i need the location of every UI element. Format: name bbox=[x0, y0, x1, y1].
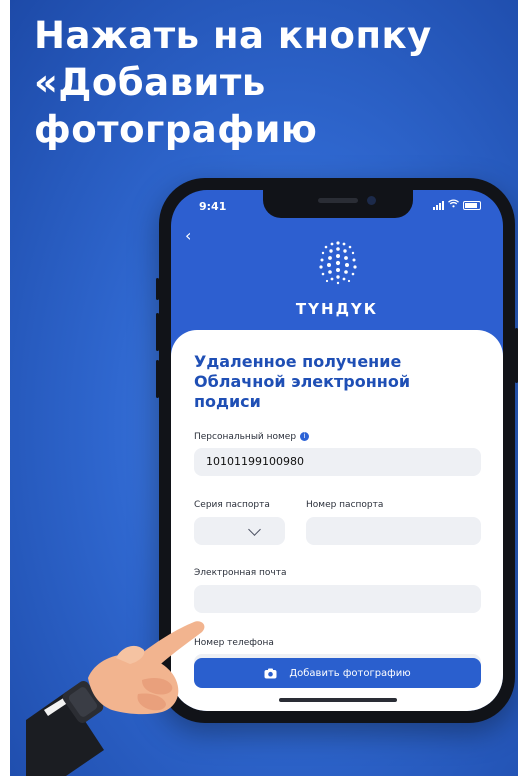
phone-power-button bbox=[515, 328, 518, 383]
headline-line-3: фотографию bbox=[34, 108, 318, 151]
phone-side-button bbox=[156, 278, 159, 300]
camera-icon bbox=[264, 668, 277, 678]
phone-notch bbox=[263, 190, 413, 218]
phone-volume-up bbox=[156, 313, 159, 351]
email-field[interactable] bbox=[194, 585, 481, 613]
headline-line-2: «Добавить bbox=[34, 61, 266, 104]
promo-poster: Нажать на кнопку «Добавить фотографию 9:… bbox=[10, 0, 518, 776]
app-brand-name: ТҮНДҮК bbox=[295, 300, 379, 318]
passport-series-label: Серия паспорта bbox=[194, 500, 270, 510]
form-title-line-2: Облачной электронной bbox=[194, 372, 411, 391]
personal-number-value: 10101199100980 bbox=[206, 455, 304, 468]
home-indicator bbox=[279, 698, 397, 702]
passport-series-select[interactable] bbox=[194, 517, 285, 545]
back-chevron-icon[interactable]: ‹ bbox=[185, 226, 191, 245]
passport-number-label: Номер паспорта bbox=[306, 500, 384, 510]
form-title-line-1: Удаленное получение bbox=[194, 352, 402, 371]
headline-line-1: Нажать на кнопку bbox=[34, 14, 432, 57]
tunduk-logo bbox=[319, 241, 357, 285]
front-camera bbox=[367, 196, 376, 205]
speaker-grille bbox=[318, 198, 358, 203]
add-photo-button-label: Добавить фотографию bbox=[289, 667, 411, 679]
personal-number-field[interactable]: 10101199100980 bbox=[194, 448, 481, 476]
add-photo-button[interactable]: Добавить фотографию bbox=[194, 658, 481, 688]
status-time: 9:41 bbox=[199, 200, 227, 213]
passport-number-field[interactable] bbox=[306, 517, 481, 545]
status-icons bbox=[433, 199, 481, 211]
chevron-down-icon bbox=[248, 523, 261, 536]
signal-icon bbox=[433, 200, 444, 210]
battery-icon bbox=[463, 200, 481, 210]
form-title: Удаленное получение Облачной электронной… bbox=[194, 352, 484, 412]
pointing-hand-illustration bbox=[26, 621, 205, 776]
phone-volume-down bbox=[156, 360, 159, 398]
headline: Нажать на кнопку «Добавить фотографию bbox=[34, 12, 504, 153]
wifi-icon bbox=[448, 199, 459, 211]
email-label: Электронная почта bbox=[194, 568, 287, 578]
info-icon[interactable]: i bbox=[300, 432, 310, 441]
personal-number-label-text: Персональный номер bbox=[194, 432, 297, 442]
form-title-line-3: подиси bbox=[194, 392, 261, 411]
personal-number-label: Персональный номер i bbox=[194, 432, 310, 442]
